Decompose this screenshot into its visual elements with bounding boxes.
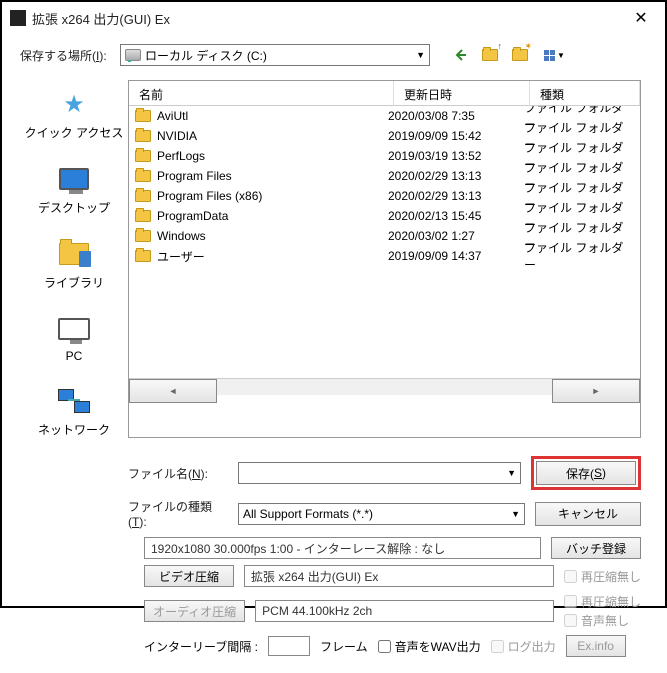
- folder-icon: [135, 190, 151, 202]
- close-button[interactable]: ✕: [619, 3, 663, 33]
- file-name: PerfLogs: [157, 149, 388, 163]
- chevron-down-icon: ▼: [557, 51, 565, 60]
- audio-codec-box: PCM 44.100kHz 2ch: [255, 600, 554, 622]
- file-name: ProgramData: [157, 209, 388, 223]
- folder-icon: [135, 110, 151, 122]
- chevron-down-icon: ▼: [507, 468, 516, 478]
- file-name: NVIDIA: [157, 129, 388, 143]
- pc-icon: [55, 313, 93, 345]
- save-in-dropdown[interactable]: ローカル ディスク (C:) ▼: [120, 44, 430, 66]
- file-list[interactable]: AviUtl2020/03/08 7:35ファイル フォルダーNVIDIA201…: [129, 106, 640, 378]
- horizontal-scrollbar[interactable]: ◄ ►: [129, 378, 640, 395]
- file-list-pane: 名前 更新日時 種類 AviUtl2020/03/08 7:35 ファイル フォル…: [128, 80, 641, 438]
- network-icon: [55, 385, 93, 417]
- save-in-label: 保存する場所(I):: [20, 47, 110, 64]
- save-button-highlight: 保存(S): [531, 456, 641, 490]
- titlebar: 拡張 x264 出力(GUI) Ex ✕: [2, 2, 665, 34]
- batch-register-button[interactable]: バッチ登録: [551, 537, 641, 559]
- libraries-icon: [55, 238, 93, 270]
- file-name: Program Files: [157, 169, 388, 183]
- view-grid-icon: [544, 50, 555, 61]
- file-date: 2019/03/19 13:52: [388, 149, 524, 163]
- chevron-down-icon: ▼: [416, 50, 425, 60]
- places-bar: ★ クイック アクセス デスクトップ ライブラリ PC ネットワーク: [20, 80, 128, 438]
- file-name: ユーザー: [157, 248, 388, 265]
- drive-icon: [125, 49, 141, 61]
- place-network[interactable]: ネットワーク: [20, 385, 128, 438]
- folder-icon: [482, 49, 498, 61]
- interleave-frame-label: フレーム: [320, 638, 368, 655]
- video-no-recompress-checkbox: 再圧縮無し: [564, 568, 641, 585]
- video-codec-box: 拡張 x264 出力(GUI) Ex: [244, 565, 554, 587]
- col-name[interactable]: 名前: [129, 81, 394, 105]
- filename-input[interactable]: ▼: [238, 462, 521, 484]
- col-type[interactable]: 種類: [530, 81, 640, 105]
- filetype-label: ファイルの種類(T):: [128, 498, 228, 529]
- log-output-checkbox: ログ出力: [491, 638, 556, 655]
- file-date: 2020/02/29 13:13: [388, 189, 524, 203]
- chevron-down-icon: ▼: [511, 509, 520, 519]
- desktop-icon: [55, 163, 93, 195]
- file-type: ファイル フォルダー: [524, 239, 634, 273]
- exinfo-button: Ex.info: [566, 635, 626, 657]
- drive-name: ローカル ディスク (C:): [145, 47, 267, 64]
- place-pc[interactable]: PC: [20, 313, 128, 363]
- folder-icon: [135, 230, 151, 242]
- encode-summary: 1920x1080 30.000fps 1:00 - インターレース解除 : な…: [144, 537, 541, 559]
- view-menu-button[interactable]: ▼: [540, 45, 569, 65]
- place-libraries[interactable]: ライブラリ: [20, 238, 128, 291]
- folder-icon: [135, 170, 151, 182]
- folder-icon: [135, 250, 151, 262]
- file-list-header: 名前 更新日時 種類: [129, 80, 640, 106]
- window-title: 拡張 x264 出力(GUI) Ex: [32, 9, 619, 28]
- folder-icon: [135, 210, 151, 222]
- file-date: 2020/03/02 1:27: [388, 229, 524, 243]
- interleave-value-input[interactable]: [268, 636, 310, 656]
- interleave-label: インターリーブ間隔 :: [144, 638, 258, 655]
- filetype-dropdown[interactable]: All Support Formats (*.*) ▼: [238, 503, 525, 525]
- file-date: 2019/09/09 15:42: [388, 129, 524, 143]
- quick-access-icon: ★: [55, 88, 93, 120]
- wav-output-checkbox[interactable]: 音声をWAV出力: [378, 638, 481, 655]
- cancel-button[interactable]: キャンセル: [535, 502, 641, 526]
- file-date: 2020/02/29 13:13: [388, 169, 524, 183]
- file-name: Windows: [157, 229, 388, 243]
- video-compress-button[interactable]: ビデオ圧縮: [144, 565, 234, 587]
- file-date: 2020/03/08 7:35: [388, 109, 524, 123]
- scroll-right-icon[interactable]: ►: [552, 379, 640, 403]
- audio-compress-button: オーディオ圧縮: [144, 600, 245, 622]
- place-quick-access[interactable]: ★ クイック アクセス: [20, 88, 128, 141]
- new-folder-button[interactable]: ✶: [510, 45, 530, 65]
- place-desktop[interactable]: デスクトップ: [20, 163, 128, 216]
- file-row[interactable]: ユーザー2019/09/09 14:37ファイル フォルダー: [129, 246, 640, 266]
- file-name: Program Files (x86): [157, 189, 388, 203]
- audio-no-recompress-checkbox: 再圧縮無し: [564, 593, 641, 610]
- file-date: 2020/02/13 15:45: [388, 209, 524, 223]
- file-date: 2019/09/09 14:37: [388, 249, 524, 263]
- folder-icon: [135, 130, 151, 142]
- save-button[interactable]: 保存(S): [536, 461, 636, 485]
- app-icon: [10, 10, 26, 26]
- col-date[interactable]: 更新日時: [394, 81, 530, 105]
- filename-label: ファイル名(N):: [128, 465, 228, 482]
- folder-icon: [135, 150, 151, 162]
- back-button[interactable]: [450, 45, 470, 65]
- up-one-level-button[interactable]: ↑: [480, 45, 500, 65]
- scroll-left-icon[interactable]: ◄: [129, 379, 217, 403]
- file-name: AviUtl: [157, 109, 388, 123]
- no-audio-checkbox: 音声無し: [564, 612, 641, 629]
